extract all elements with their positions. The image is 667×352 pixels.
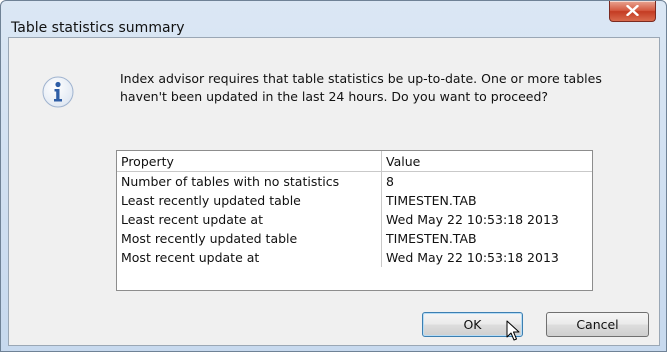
property-cell: Most recent update at bbox=[117, 248, 382, 267]
message-text: Index advisor requires that table statis… bbox=[120, 70, 620, 106]
column-header-property[interactable]: Property bbox=[117, 151, 382, 172]
property-cell: Least recent update at bbox=[117, 210, 382, 229]
value-cell: TIMESTEN.TAB bbox=[386, 193, 477, 208]
dialog-window: Table statistics summary Index advisor r… bbox=[0, 0, 667, 352]
close-icon bbox=[626, 5, 639, 16]
table-row: Most recently updated table TIMESTEN.TAB bbox=[117, 229, 592, 248]
value-cell: TIMESTEN.TAB bbox=[386, 231, 477, 246]
table-row: Number of tables with no statistics 8 bbox=[117, 171, 592, 191]
dialog-title: Table statistics summary bbox=[11, 20, 185, 36]
value-cell: Wed May 22 10:53:18 2013 bbox=[386, 212, 559, 227]
value-cell: 8 bbox=[386, 174, 394, 189]
table-row: Most recent update at Wed May 22 10:53:1… bbox=[117, 248, 592, 267]
close-button[interactable] bbox=[609, 1, 656, 22]
dialog-body: Index advisor requires that table statis… bbox=[8, 37, 660, 346]
message-line-1: Index advisor requires that table statis… bbox=[120, 71, 602, 86]
cancel-button[interactable]: Cancel bbox=[546, 312, 649, 337]
column-header-value[interactable]: Value bbox=[381, 151, 592, 172]
property-cell: Least recently updated table bbox=[117, 191, 382, 210]
value-cell: Wed May 22 10:53:18 2013 bbox=[386, 250, 559, 265]
property-cell: Most recently updated table bbox=[117, 229, 382, 248]
mouse-pointer-icon bbox=[506, 320, 520, 341]
statistics-table: Property Value Number of tables with no … bbox=[116, 150, 593, 291]
info-icon bbox=[42, 76, 74, 108]
title-bar[interactable]: Table statistics summary bbox=[1, 1, 666, 37]
table-header-row: Property Value bbox=[117, 151, 592, 172]
message-line-2: haven't been updated in the last 24 hour… bbox=[120, 89, 549, 104]
table-row: Least recently updated table TIMESTEN.TA… bbox=[117, 191, 592, 210]
table-row: Least recent update at Wed May 22 10:53:… bbox=[117, 210, 592, 229]
property-cell: Number of tables with no statistics bbox=[117, 171, 382, 191]
